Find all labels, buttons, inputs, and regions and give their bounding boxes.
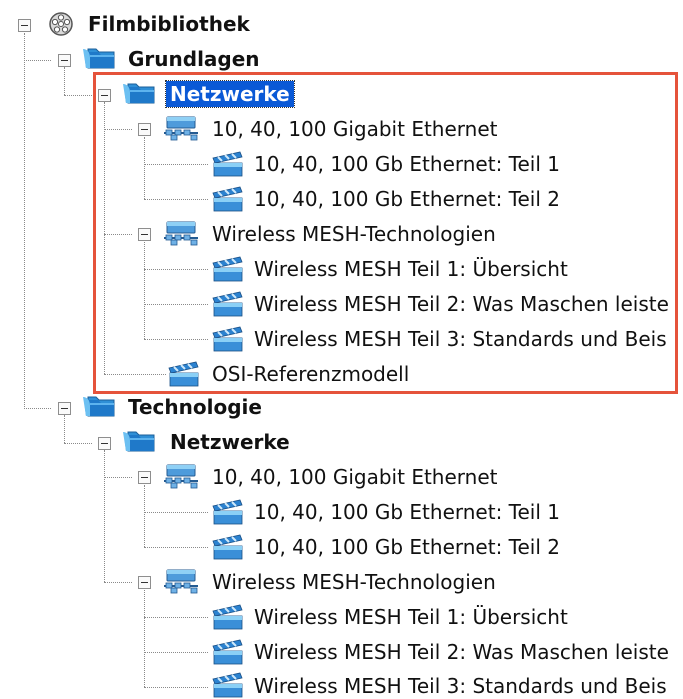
folder-icon: [82, 393, 118, 419]
grundlagen-collapse-toggle[interactable]: [58, 54, 71, 67]
tree-item-video[interactable]: 10, 40, 100 Gb Ethernet: Teil 2: [254, 534, 560, 560]
video-clapper-icon: [166, 360, 202, 388]
tree-item-wireless-mesh[interactable]: Wireless MESH-Technologien: [212, 221, 496, 247]
tree-root-label[interactable]: Filmbibliothek: [88, 11, 250, 37]
tree-item-video[interactable]: Wireless MESH Teil 1: Übersicht: [254, 256, 568, 282]
folder-icon: [82, 45, 118, 71]
tree-item-video[interactable]: Wireless MESH Teil 2: Was Maschen leiste: [254, 291, 669, 317]
network-icon: [163, 220, 199, 246]
netzwerke-collapse-toggle[interactable]: [98, 437, 111, 450]
network-icon: [163, 115, 199, 141]
tree-item-video[interactable]: 10, 40, 100 Gb Ethernet: Teil 1: [254, 499, 560, 525]
tree-item-video[interactable]: Wireless MESH Teil 2: Was Maschen leiste: [254, 639, 669, 665]
film-reel-icon: [49, 12, 73, 36]
video-clapper-icon: [210, 255, 246, 283]
netzwerke-collapse-toggle[interactable]: [98, 89, 111, 102]
folder-icon: [122, 80, 158, 106]
video-clapper-icon: [210, 325, 246, 353]
video-clapper-icon: [210, 533, 246, 561]
tree-item-grundlagen[interactable]: Grundlagen: [128, 46, 260, 72]
tree-item-netzwerke[interactable]: Netzwerke: [170, 429, 290, 455]
tree-item-wireless-mesh[interactable]: Wireless MESH-Technologien: [212, 569, 496, 595]
wireless-collapse-toggle[interactable]: [138, 228, 151, 241]
root-collapse-toggle[interactable]: [18, 19, 31, 32]
tree-item-gigabit-ethernet[interactable]: 10, 40, 100 Gigabit Ethernet: [212, 116, 497, 142]
video-clapper-icon: [210, 603, 246, 631]
tree-item-video[interactable]: Wireless MESH Teil 3: Standards und Beis: [254, 673, 667, 699]
gigabit-collapse-toggle[interactable]: [138, 471, 151, 484]
tree-item-video[interactable]: 10, 40, 100 Gb Ethernet: Teil 1: [254, 151, 560, 177]
tree-item-netzwerke-selected[interactable]: Netzwerke: [165, 80, 295, 108]
video-clapper-icon: [210, 671, 246, 699]
folder-icon: [122, 428, 158, 454]
network-icon: [163, 568, 199, 594]
tree-item-video[interactable]: Wireless MESH Teil 3: Standards und Beis: [254, 326, 667, 352]
tree-item-video[interactable]: 10, 40, 100 Gb Ethernet: Teil 2: [254, 186, 560, 212]
video-clapper-icon: [210, 290, 246, 318]
video-clapper-icon: [210, 638, 246, 666]
gigabit-collapse-toggle[interactable]: [138, 123, 151, 136]
video-clapper-icon: [210, 498, 246, 526]
video-clapper-icon: [210, 150, 246, 178]
wireless-collapse-toggle[interactable]: [138, 576, 151, 589]
tree-item-gigabit-ethernet[interactable]: 10, 40, 100 Gigabit Ethernet: [212, 464, 497, 490]
technologie-collapse-toggle[interactable]: [58, 402, 71, 415]
video-clapper-icon: [210, 185, 246, 213]
tree-item-video[interactable]: Wireless MESH Teil 1: Übersicht: [254, 604, 568, 630]
network-icon: [163, 463, 199, 489]
tree-item-technologie[interactable]: Technologie: [128, 394, 262, 420]
tree-item-osi[interactable]: OSI-Referenzmodell: [212, 361, 409, 387]
